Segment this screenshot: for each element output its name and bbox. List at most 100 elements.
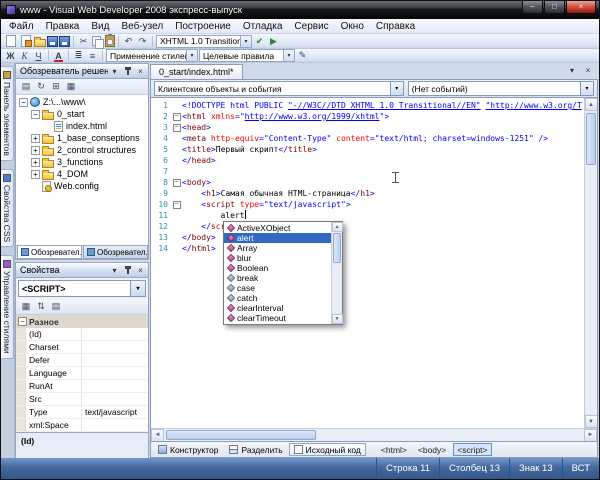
underline-icon[interactable]: Ч — [32, 49, 45, 62]
tree-item[interactable]: +2_control structures — [16, 144, 148, 156]
code-text[interactable]: <script type="text/javascript"> — [182, 199, 584, 210]
vertical-scroll-thumb[interactable] — [586, 113, 596, 165]
intellisense-item[interactable]: catch — [224, 293, 331, 303]
horizontal-scroll-track[interactable] — [164, 429, 584, 441]
new-style-icon[interactable]: ✎ — [296, 49, 309, 62]
view-button-designer[interactable]: Конструктор — [153, 443, 223, 456]
numbered-list-icon[interactable]: ≡ — [86, 49, 99, 62]
sidebar-tab-css-properties[interactable]: Свойства CSS — [1, 169, 14, 247]
property-row[interactable]: Src — [16, 393, 148, 406]
fold-collapse-icon[interactable]: − — [173, 179, 181, 187]
italic-icon[interactable]: К — [18, 49, 31, 62]
close-icon[interactable]: × — [134, 65, 147, 77]
scroll-down-icon[interactable]: ▼ — [585, 415, 598, 428]
code-text[interactable]: <html xmlns="http://www.w3.org/1999/xhtm… — [182, 111, 584, 122]
expand-icon[interactable]: + — [31, 146, 40, 155]
menu-item-1[interactable]: Файл — [3, 20, 40, 33]
auto-hide-pin-icon[interactable] — [121, 264, 134, 276]
bullet-list-icon[interactable]: ≣ — [72, 49, 85, 62]
event-dropdown[interactable]: (Нет событий) ▾ — [408, 81, 594, 96]
property-category[interactable]: −Разное — [16, 315, 148, 328]
window-position-icon[interactable]: ▾ — [108, 264, 121, 276]
intellisense-scroll-thumb[interactable] — [333, 233, 341, 263]
scroll-left-icon[interactable]: ◄ — [151, 429, 164, 442]
save-icon[interactable] — [47, 36, 58, 47]
property-value[interactable] — [82, 328, 148, 340]
intellisense-item[interactable]: blur — [224, 253, 331, 263]
vertical-scroll-track[interactable] — [585, 111, 597, 415]
view-button-split[interactable]: Разделить — [224, 443, 287, 456]
open-file-icon[interactable] — [34, 39, 46, 47]
font-color-icon[interactable]: A — [52, 49, 65, 62]
save-all-icon[interactable] — [59, 36, 70, 47]
sidebar-tab-manage-styles[interactable]: Управление стилями — [1, 255, 14, 359]
explorer-tab-2[interactable]: Обозревател... — [83, 246, 148, 259]
cut-icon[interactable]: ✂ — [77, 35, 90, 48]
tree-item[interactable]: +3_functions — [16, 156, 148, 168]
tag-breadcrumb-item-2[interactable]: <body> — [414, 443, 450, 456]
scroll-down-icon[interactable]: ▼ — [332, 314, 343, 324]
apply-styles-dropdown[interactable]: Применение стилей ▾ — [106, 49, 198, 62]
bold-icon[interactable]: Ж — [4, 49, 17, 62]
window-position-icon[interactable]: ▾ — [108, 65, 121, 77]
code-text[interactable]: <body> — [182, 177, 584, 188]
intellisense-item[interactable]: alert — [224, 233, 331, 243]
menu-item-4[interactable]: Веб-узел — [115, 20, 169, 33]
tree-item[interactable]: Web.config — [16, 180, 148, 192]
horizontal-scroll-thumb[interactable] — [166, 430, 316, 440]
new-file-icon[interactable] — [6, 35, 16, 47]
code-text[interactable]: </head> — [182, 155, 584, 166]
intellisense-item[interactable]: clearTimeout — [224, 313, 331, 323]
property-value[interactable] — [82, 341, 148, 353]
object-selector-dropdown[interactable]: <SCRIPT> ▾ — [18, 280, 146, 297]
tree-item[interactable]: +1_base_conseptions — [16, 132, 148, 144]
property-row[interactable]: Typetext/javascript — [16, 406, 148, 419]
active-files-dropdown-icon[interactable]: ▾ — [565, 64, 579, 77]
tag-breadcrumb-item-3[interactable]: <script> — [453, 443, 491, 456]
code-text[interactable]: <meta http-equiv="Content-Type" content=… — [182, 133, 584, 144]
close-document-icon[interactable]: × — [581, 64, 595, 77]
nest-files-icon[interactable]: ⊞ — [50, 81, 62, 93]
intellisense-item[interactable]: clearInterval — [224, 303, 331, 313]
intellisense-item[interactable]: ActiveXObject — [224, 223, 331, 233]
tree-item[interactable]: index.html — [16, 120, 148, 132]
property-row[interactable]: RunAt — [16, 380, 148, 393]
expand-icon[interactable]: + — [31, 170, 40, 179]
minimize-button[interactable]: – — [522, 1, 543, 14]
menu-item-8[interactable]: Окно — [335, 20, 370, 33]
document-tab[interactable]: 0_start/index.html* — [150, 64, 243, 79]
tree-item[interactable]: +4_DOM — [16, 168, 148, 180]
vertical-scrollbar[interactable]: ▲ ▼ — [584, 98, 597, 428]
property-value[interactable] — [82, 380, 148, 392]
collapse-icon[interactable]: − — [31, 110, 40, 119]
auto-hide-pin-icon[interactable] — [121, 65, 134, 77]
menu-item-3[interactable]: Вид — [85, 20, 115, 33]
tree-item[interactable]: −0_start — [16, 108, 148, 120]
collapse-icon[interactable]: − — [19, 98, 28, 107]
menu-item-6[interactable]: Отладка — [237, 20, 289, 33]
categorized-icon[interactable]: ▦ — [20, 301, 32, 313]
horizontal-scrollbar[interactable]: ◄ ► — [151, 428, 597, 441]
code-text[interactable] — [182, 166, 584, 177]
tag-breadcrumb-item-1[interactable]: <html> — [377, 443, 411, 456]
start-debug-icon[interactable]: ▶ — [267, 35, 280, 48]
close-icon[interactable]: × — [134, 264, 147, 276]
property-value[interactable] — [82, 393, 148, 405]
scroll-right-icon[interactable]: ► — [584, 429, 597, 442]
alphabetical-icon[interactable]: ⇅ — [35, 301, 47, 313]
expand-icon[interactable]: + — [31, 134, 40, 143]
code-viewport[interactable]: 1<!DOCTYPE html PUBLIC "-//W3C//DTD XHTM… — [151, 98, 597, 428]
scroll-up-icon[interactable]: ▲ — [332, 222, 343, 232]
intellisense-scroll-track[interactable] — [332, 232, 342, 314]
view-code-icon[interactable]: ▦ — [65, 81, 77, 93]
property-value[interactable] — [82, 354, 148, 366]
property-row[interactable]: (Id) — [16, 328, 148, 341]
property-value[interactable]: text/javascript — [82, 406, 148, 418]
menu-item-5[interactable]: Построение — [169, 20, 237, 33]
expand-icon[interactable]: + — [31, 158, 40, 167]
property-row[interactable]: Defer — [16, 354, 148, 367]
property-row[interactable]: xml:Space — [16, 419, 148, 432]
intellisense-scrollbar[interactable]: ▲ ▼ — [331, 222, 342, 324]
collapse-icon[interactable]: − — [18, 317, 27, 326]
code-text[interactable]: alert — [182, 210, 584, 221]
